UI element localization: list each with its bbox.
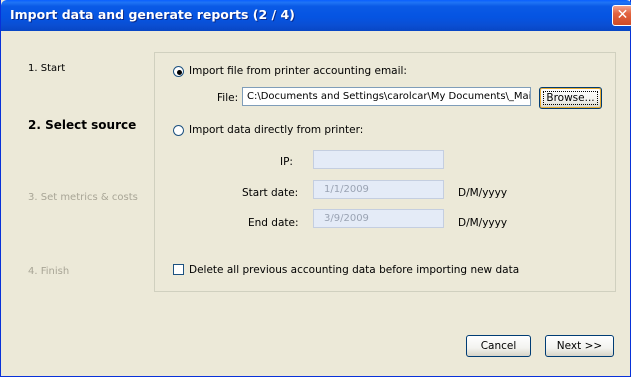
browse-button-label: Browse... — [543, 91, 598, 105]
delete-previous-checkbox[interactable] — [173, 264, 184, 275]
step-select-source: 2. Select source — [28, 118, 137, 132]
step-set-metrics: 3. Set metrics & costs — [28, 192, 138, 203]
ip-label: IP: — [280, 156, 293, 168]
window-title: Import data and generate reports (2 / 4) — [10, 7, 295, 22]
file-label: File: — [217, 92, 239, 104]
start-date-input[interactable]: 1/1/2009 — [313, 180, 444, 199]
close-icon[interactable]: ✕ — [612, 5, 631, 26]
cancel-button[interactable]: Cancel — [466, 335, 531, 357]
start-date-label: Start date: — [242, 187, 299, 199]
end-date-format: D/M/yyyy — [458, 217, 508, 229]
file-path-input[interactable]: C:\Documents and Settings\carolcar\My Do… — [242, 87, 531, 106]
browse-button[interactable]: Browse... — [539, 87, 602, 109]
ip-input[interactable] — [313, 150, 444, 169]
wizard-window: Import data and generate reports (2 / 4)… — [0, 0, 631, 377]
next-button[interactable]: Next >> — [545, 335, 614, 357]
end-date-input[interactable]: 3/9/2009 — [313, 209, 444, 228]
step-start: 1. Start — [28, 63, 66, 74]
start-date-format: D/M/yyyy — [458, 187, 508, 199]
printer-source-radio[interactable] — [173, 125, 184, 136]
end-date-label: End date: — [248, 217, 299, 229]
delete-previous-label[interactable]: Delete all previous accounting data befo… — [189, 264, 519, 276]
step-finish: 4. Finish — [28, 266, 70, 277]
email-source-label[interactable]: Import file from printer accounting emai… — [189, 65, 407, 77]
printer-source-label[interactable]: Import data directly from printer: — [189, 124, 363, 136]
email-source-radio[interactable] — [173, 66, 184, 77]
title-bar[interactable]: Import data and generate reports (2 / 4)… — [1, 0, 631, 31]
